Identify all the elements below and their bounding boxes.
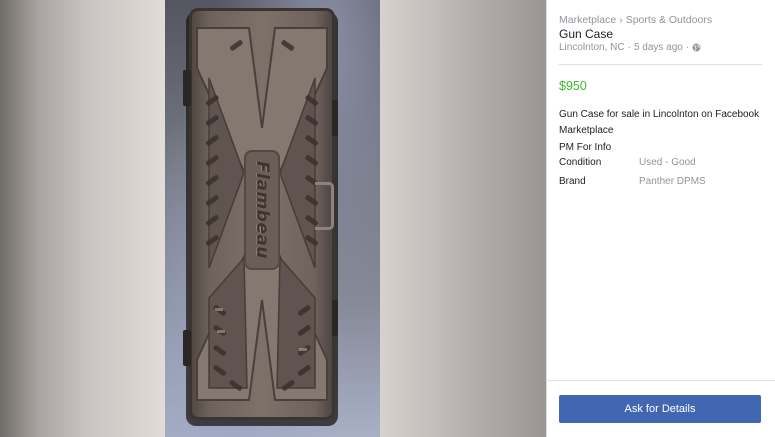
case-latch <box>183 70 191 106</box>
detail-label: Condition <box>559 157 602 168</box>
listing-photo[interactable]: Flambeau <box>0 0 546 437</box>
detail-value: Used - Good <box>639 157 696 168</box>
detail-label: Brand <box>559 176 586 187</box>
footer-divider <box>547 380 775 381</box>
listing-description: Gun Case for sale in Lincolnton on Faceb… <box>559 109 760 136</box>
detail-value: Panther DPMS <box>639 176 706 187</box>
listing-price: $950 <box>559 79 587 93</box>
breadcrumb-separator: › <box>619 14 623 26</box>
case-handle <box>315 182 334 230</box>
listing-title: Gun Case <box>559 27 614 41</box>
meta-separator: · <box>627 42 631 53</box>
meta-separator: · <box>685 42 690 53</box>
listing-meta: Lincolnton, NC · 5 days ago · <box>559 42 701 53</box>
breadcrumb: Marketplace › Sports & Outdoors <box>559 14 712 26</box>
flambeau-logo: Flambeau <box>252 161 272 259</box>
listing-posted-time: 5 days ago <box>633 42 683 53</box>
listing-location[interactable]: Lincolnton, NC <box>559 42 625 53</box>
header-divider <box>559 64 762 65</box>
breadcrumb-category[interactable]: Sports & Outdoors <box>626 14 712 26</box>
case-latch <box>332 100 338 136</box>
breadcrumb-marketplace[interactable]: Marketplace <box>559 14 616 26</box>
case-latch <box>332 300 338 336</box>
listing-viewer: Flambeau Marketplace › Sports & Outdoors G… <box>0 0 775 437</box>
listing-details-panel: Marketplace › Sports & Outdoors Gun Case L… <box>546 0 775 437</box>
seller-note: PM For Info <box>559 142 612 153</box>
globe-icon <box>692 43 701 52</box>
case-latch <box>183 330 191 366</box>
ask-for-details-button[interactable]: Ask for Details <box>559 395 761 423</box>
